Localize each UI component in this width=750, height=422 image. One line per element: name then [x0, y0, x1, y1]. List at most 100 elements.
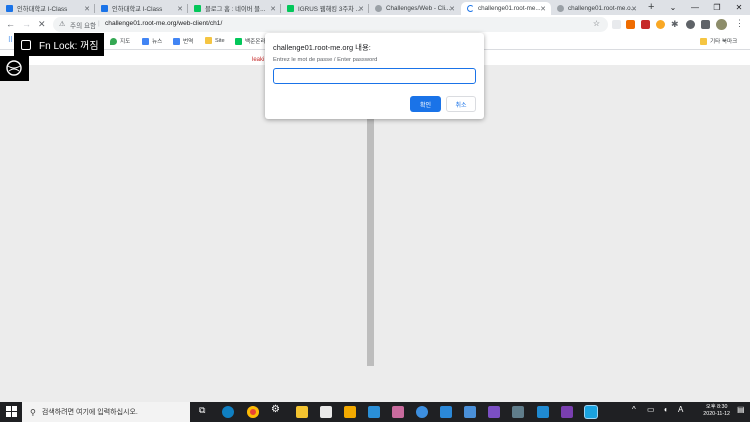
menu-kebab-icon[interactable]: ⋮ [735, 18, 744, 29]
app-icon[interactable] [416, 406, 428, 418]
ok-button[interactable]: 확인 [410, 96, 441, 112]
bookmark-label: 지도 [120, 39, 131, 45]
close-window-button[interactable]: ✕ [728, 0, 750, 15]
search-icon: ⚲ [30, 407, 36, 417]
tab-search-button[interactable]: ⌄ [662, 0, 684, 15]
onenote-icon[interactable] [561, 406, 573, 418]
close-tab-icon[interactable]: ✕ [270, 5, 276, 13]
url-text[interactable]: challenge01.root-me.org/web-client/ch1/ [105, 20, 222, 27]
iclass-favicon-icon [101, 5, 108, 12]
tab-6-active[interactable]: challenge01.root-me... ✕ [461, 2, 551, 15]
windows-start-icon[interactable] [6, 406, 17, 417]
bookmark-site-folder[interactable]: Site [205, 37, 225, 44]
tab-5[interactable]: Challenges/Web - Cli... ✕ [369, 2, 460, 15]
bookmark-maps[interactable]: 지도 [110, 37, 130, 45]
minimize-button[interactable]: — [684, 0, 706, 15]
notification-icon[interactable]: ▤ [737, 405, 745, 414]
app-icon[interactable] [368, 406, 380, 418]
tray-chevron-icon[interactable]: ^ [632, 405, 636, 414]
sticky-notes-icon[interactable] [296, 406, 308, 418]
volume-icon[interactable]: ◖ [663, 405, 668, 414]
extension-icon[interactable] [701, 20, 710, 29]
forward-arrow-icon[interactable]: → [22, 15, 31, 34]
vscode-icon[interactable] [537, 406, 549, 418]
cancel-button[interactable]: 취소 [446, 96, 476, 112]
bookmark-baekjoon[interactable]: 백준온라 [235, 37, 266, 45]
bookmark-translate[interactable]: 번역 [173, 37, 193, 45]
extension-icon[interactable] [612, 20, 621, 29]
fn-lock-label: Fn Lock: 꺼짐 [39, 41, 99, 52]
extension-icon[interactable] [641, 20, 650, 29]
restore-button[interactable]: ❐ [706, 0, 728, 15]
back-arrow-icon[interactable]: ← [6, 15, 15, 34]
taskbar-search-box[interactable]: ⚲ 검색하려면 여기에 입력하십시오. [22, 402, 190, 422]
extension-icon[interactable] [686, 20, 695, 29]
edge-icon[interactable] [222, 406, 234, 418]
file-explorer-icon[interactable] [344, 406, 356, 418]
new-tab-button[interactable]: + [648, 1, 654, 13]
app-icon[interactable] [585, 406, 597, 418]
globe-icon [6, 60, 22, 76]
other-bookmarks-folder[interactable]: 기타 북마크 [700, 37, 737, 45]
tab-3[interactable]: 블로그 홈 : 네이버 블... ✕ [188, 2, 281, 15]
bookmark-label: 백준온라 [245, 39, 266, 45]
network-icon[interactable]: ▭ [647, 405, 655, 414]
tab-label: 블로그 홈 : 네이버 블... [205, 6, 266, 13]
stop-loading-icon[interactable]: ✕ [38, 15, 46, 34]
close-tab-icon[interactable]: ✕ [631, 5, 637, 13]
close-tab-icon[interactable]: ✕ [358, 5, 364, 13]
tab-4[interactable]: IGRUS 웹해킹 3주차 ... ✕ [281, 2, 369, 15]
fn-lock-toast: Fn Lock: 꺼짐 [14, 33, 104, 56]
taskbar-clock[interactable]: 오후 8:30 2020-11-12 [703, 404, 730, 418]
tab-label: challenge01.root-me.o... [568, 5, 636, 12]
bookmark-label: 기타 북마크 [710, 39, 738, 45]
close-tab-icon[interactable]: ✕ [449, 5, 455, 13]
app-icon[interactable] [392, 406, 404, 418]
dialog-message: Entrez le mot de passe / Enter password [273, 57, 378, 63]
tab-label: IGRUS 웹해킹 3주차 ... [298, 6, 361, 13]
ime-language-icon[interactable]: A [678, 405, 683, 414]
taskbar-search-placeholder: 검색하려면 여기에 입력하십시오. [41, 409, 138, 416]
dialog-title: challenge01.root-me.org 내용: [273, 43, 371, 52]
bookmark-news[interactable]: 뉴스 [142, 37, 162, 45]
tab-2[interactable]: 인하대학교 I-Class ✕ [95, 2, 188, 15]
warning-icon[interactable]: ⚠ [59, 20, 65, 28]
close-tab-icon[interactable]: ✕ [84, 5, 90, 13]
task-view-icon[interactable]: ⧉ [199, 405, 205, 416]
close-tab-icon[interactable]: ✕ [177, 5, 183, 13]
rootme-favicon-icon [375, 5, 382, 12]
naver-blog-favicon-icon [287, 5, 294, 12]
app-icon[interactable] [512, 406, 524, 418]
close-tab-icon[interactable]: ✕ [540, 5, 546, 13]
bookmark-star-icon[interactable]: ☆ [593, 19, 600, 28]
puzzle-extensions-icon[interactable]: ✱ [671, 19, 679, 30]
address-bar[interactable]: ⚠ 주의 요함 | challenge01.root-me.org/web-cl… [53, 17, 608, 32]
floating-app-icon[interactable] [0, 56, 29, 81]
bookmark-label: 번역 [183, 39, 194, 45]
password-input[interactable] [273, 68, 476, 84]
tab-7[interactable]: challenge01.root-me.o... ✕ [551, 2, 642, 15]
security-status-label: 주의 요함 [70, 23, 97, 30]
tab-label: 인하대학교 I-Class [17, 6, 68, 13]
profile-avatar[interactable] [716, 19, 727, 30]
tab-1[interactable]: 인하대학교 I-Class ✕ [0, 2, 95, 15]
news-icon [142, 37, 149, 45]
app-icon[interactable] [464, 406, 476, 418]
password-prompt-dialog: challenge01.root-me.org 내용: Entrez le mo… [265, 33, 484, 119]
store-icon[interactable] [320, 406, 332, 418]
apps-grid-icon: ⠿ [7, 37, 14, 44]
folder-icon [205, 37, 212, 44]
chrome-icon[interactable] [247, 406, 259, 418]
page-partial-text: leaki [252, 57, 265, 63]
tab-label: 인하대학교 I-Class [112, 6, 163, 13]
app-icon[interactable] [440, 406, 452, 418]
bookmark-label: 뉴스 [152, 39, 163, 45]
visual-studio-icon[interactable] [488, 406, 500, 418]
settings-gear-icon[interactable]: ⚙ [271, 404, 280, 415]
tab-label: Challenges/Web - Cli... [386, 5, 451, 12]
naver-blog-favicon-icon [194, 5, 201, 12]
translate-icon [173, 37, 180, 45]
page-vertical-bar [367, 110, 374, 366]
extension-icon[interactable] [656, 20, 665, 29]
extension-icon[interactable] [626, 20, 635, 29]
